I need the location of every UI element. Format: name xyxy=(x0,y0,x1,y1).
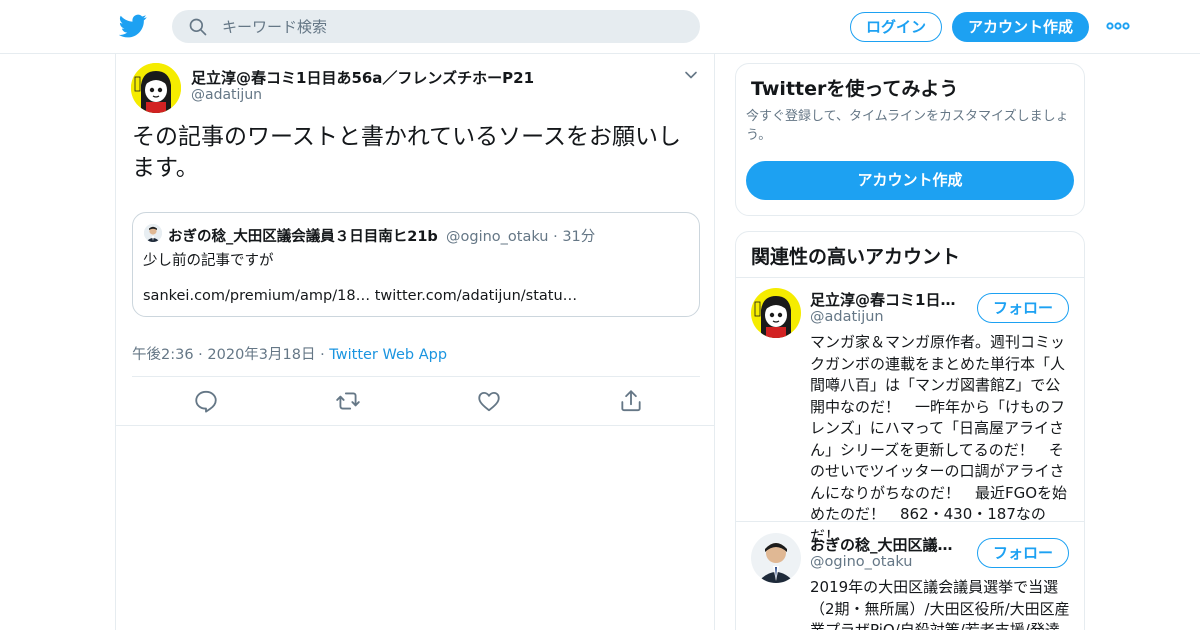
quoted-author-handle[interactable]: @ogino_otaku · 31分 xyxy=(446,225,595,246)
tweet-timestamp[interactable]: 午後2:36 · 2020年3月18日 · xyxy=(132,347,329,363)
quoted-tweet-text: 少し前の記事ですが xyxy=(143,253,274,269)
divider xyxy=(132,376,700,377)
account-bio: 2019年の大田区議会議員選挙で当選（2期・無所属）/大田区役所/大田区産業プラ… xyxy=(810,578,1070,630)
account-avatar[interactable] xyxy=(751,533,801,583)
create-account-button[interactable]: アカウント作成 xyxy=(746,161,1074,200)
tweet-detail-column: 足立淳@春コミ1日目あ56a／フレンズチホーP21 @adatijun その記事… xyxy=(115,54,715,630)
tweet-source-app[interactable]: Twitter Web App xyxy=(329,347,447,363)
tweet-metadata: 午後2:36 · 2020年3月18日 · Twitter Web App xyxy=(132,343,447,364)
account-bio: マンガ家＆マンガ原作者。週刊コミックガンボの連載をまとめた単行本「人間噂八百」は… xyxy=(810,333,1068,545)
search-input[interactable] xyxy=(222,10,682,43)
account-handle[interactable]: @ogino_otaku xyxy=(810,554,913,570)
quoted-tweet-links[interactable]: sankei.com/premium/amp/18… twitter.com/a… xyxy=(143,288,577,304)
quoted-tweet[interactable]: おぎの稔_大田区議会議員３日目南ヒ21b @ogino_otaku · 31分 … xyxy=(132,212,700,317)
account-avatar[interactable] xyxy=(751,288,801,338)
tweet-action-bar xyxy=(132,388,700,414)
search-bar[interactable] xyxy=(172,10,700,43)
card-description: 今すぐ登録して、タイムラインをカスタマイズしましょう。 xyxy=(746,109,1069,143)
more-dots-icon[interactable] xyxy=(1106,18,1130,34)
top-navigation-bar: ログイン アカウント作成 xyxy=(0,0,1200,54)
related-accounts-card: 関連性の高いアカウント 足立淳@春コミ1日目あ56a／フレンズチホーP21 @a… xyxy=(735,231,1085,630)
account-name[interactable]: おぎの稔_大田区議会議員３日目南ヒ21b xyxy=(810,534,960,555)
account-handle[interactable]: @adatijun xyxy=(810,309,884,325)
card-title: 関連性の高いアカウント xyxy=(751,246,961,268)
divider xyxy=(116,425,714,426)
author-name[interactable]: 足立淳@春コミ1日目あ56a／フレンズチホーP21 xyxy=(191,67,534,88)
quoted-author-avatar[interactable] xyxy=(144,224,162,242)
share-icon[interactable] xyxy=(618,388,644,414)
search-icon xyxy=(189,18,207,36)
person-avatar-icon xyxy=(751,533,801,583)
follow-button[interactable]: フォロー xyxy=(977,538,1069,568)
retweet-icon[interactable] xyxy=(335,388,361,414)
person-avatar-icon xyxy=(144,224,162,242)
divider xyxy=(736,521,1084,522)
quoted-time: · 31分 xyxy=(553,229,596,245)
card-title: Twitterを使ってみよう xyxy=(751,78,959,100)
account-name[interactable]: 足立淳@春コミ1日目あ56a／フレンズチホーP21 xyxy=(810,289,960,310)
author-avatar[interactable] xyxy=(131,63,181,113)
quoted-handle-text[interactable]: @ogino_otaku xyxy=(446,229,549,245)
login-button[interactable]: ログイン xyxy=(850,12,942,42)
follow-button[interactable]: フォロー xyxy=(977,293,1069,323)
reply-icon[interactable] xyxy=(193,388,219,414)
anime-girl-avatar-icon xyxy=(751,288,801,338)
signup-button[interactable]: アカウント作成 xyxy=(952,12,1089,42)
signup-prompt-card: Twitterを使ってみよう 今すぐ登録して、タイムラインをカスタマイズしましょ… xyxy=(735,63,1085,216)
author-handle[interactable]: @adatijun xyxy=(191,87,262,103)
quoted-author-name[interactable]: おぎの稔_大田区議会議員３日目南ヒ21b xyxy=(168,225,438,246)
anime-girl-avatar-icon xyxy=(131,63,181,113)
chevron-down-icon[interactable] xyxy=(684,68,698,82)
divider xyxy=(736,277,1084,278)
twitter-bird-icon[interactable] xyxy=(119,12,147,40)
like-icon[interactable] xyxy=(476,388,502,414)
tweet-text: その記事のワーストと書かれているソースをお願いします。 xyxy=(132,124,682,181)
